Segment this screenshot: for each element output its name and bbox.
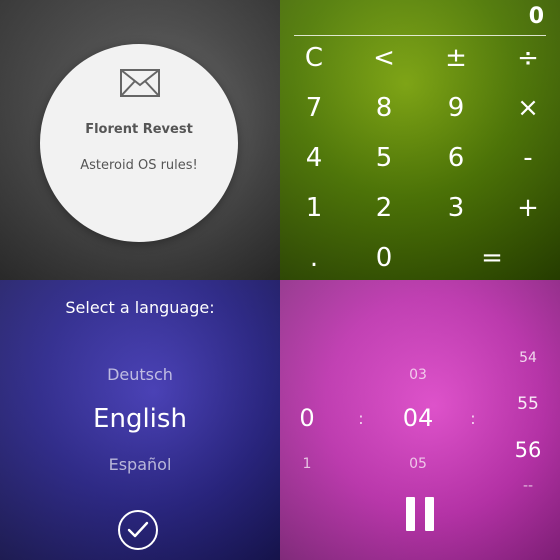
timer-seconds-next[interactable]: --: [508, 478, 548, 494]
key-plus-minus[interactable]: ±: [436, 40, 476, 76]
key-6[interactable]: 6: [436, 140, 476, 176]
pause-icon[interactable]: [406, 497, 434, 531]
key-multiply[interactable]: ×: [508, 90, 548, 126]
calculator-screen: 0 C < ± ÷ 7 8 9 × 4 5 6 - 1 2 3 + . 0 =: [280, 0, 560, 280]
key-decimal[interactable]: .: [294, 240, 334, 276]
timer-screen: 0 1 : 03 04 05 : 54 55 56 --: [280, 280, 560, 560]
timer-minutes-next[interactable]: 05: [398, 456, 438, 472]
notification-body: Asteroid OS rules!: [80, 158, 198, 173]
watch-screens-grid: Florent Revest Asteroid OS rules! 0 C < …: [0, 0, 560, 560]
language-screen: Select a language: Deutsch English Españ…: [0, 280, 280, 560]
key-clear[interactable]: C: [294, 40, 334, 76]
notification-screen: Florent Revest Asteroid OS rules!: [0, 0, 280, 280]
key-divide[interactable]: ÷: [508, 40, 548, 76]
calculator-divider: [294, 35, 546, 36]
timer-minutes-current[interactable]: 04: [394, 404, 442, 432]
language-option-deutsch[interactable]: Deutsch: [0, 365, 280, 384]
confirm-button[interactable]: [118, 510, 158, 550]
key-1[interactable]: 1: [294, 190, 334, 226]
timer-separator-1: :: [358, 409, 364, 428]
notification-title: Florent Revest: [85, 122, 193, 137]
checkmark-icon: [127, 521, 149, 538]
key-4[interactable]: 4: [294, 140, 334, 176]
key-minus[interactable]: -: [508, 140, 548, 176]
key-7[interactable]: 7: [294, 90, 334, 126]
key-equals[interactable]: =: [472, 240, 512, 276]
timer-separator-2: :: [470, 409, 476, 428]
key-8[interactable]: 8: [364, 90, 404, 126]
pause-bar-left: [406, 497, 415, 531]
timer-hours-current[interactable]: 0: [290, 404, 324, 432]
timer-seconds-current[interactable]: 56: [506, 438, 550, 462]
language-option-espanol[interactable]: Español: [0, 455, 280, 474]
key-2[interactable]: 2: [364, 190, 404, 226]
language-option-english[interactable]: English: [0, 404, 280, 434]
timer-minutes-prev[interactable]: 03: [398, 367, 438, 383]
key-backspace[interactable]: <: [364, 40, 404, 76]
envelope-icon: [120, 69, 160, 97]
key-3[interactable]: 3: [436, 190, 476, 226]
pause-bar-right: [425, 497, 434, 531]
language-title: Select a language:: [65, 298, 215, 317]
key-plus[interactable]: +: [508, 190, 548, 226]
timer-hours-next[interactable]: 1: [290, 456, 324, 472]
calculator-display: 0: [528, 4, 544, 29]
key-0[interactable]: 0: [364, 240, 404, 276]
timer-seconds-prev[interactable]: 55: [508, 394, 548, 414]
notification-card[interactable]: Florent Revest Asteroid OS rules!: [40, 44, 238, 242]
timer-seconds-prev2[interactable]: 54: [508, 350, 548, 366]
key-9[interactable]: 9: [436, 90, 476, 126]
key-5[interactable]: 5: [364, 140, 404, 176]
